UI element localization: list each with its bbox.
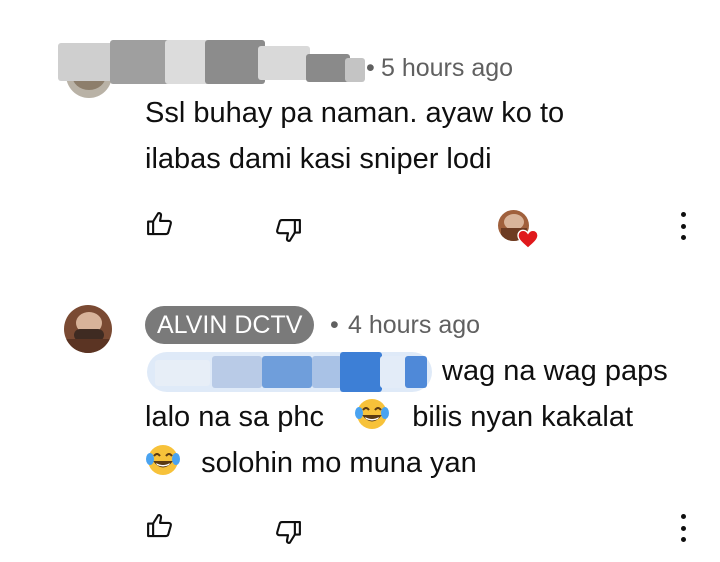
- creator-heart-badge: [498, 210, 540, 250]
- comment-2-time-separator: •: [330, 311, 339, 339]
- more-vert-icon: [680, 212, 686, 217]
- comment-2-text-line-2: lalo na sa phc bilis nyan kakalat: [145, 394, 633, 440]
- comment-2-more-button[interactable]: [673, 508, 693, 548]
- like-icon: [147, 514, 172, 538]
- dislike-icon: [276, 520, 301, 544]
- comment-2-text-line-3: solohin mo muna yan: [145, 440, 477, 486]
- comment-1-time-separator: •: [366, 54, 375, 82]
- tears-of-joy-emoji-icon: [146, 445, 180, 475]
- comment-1-text-line-2: ilabas dami kasi sniper lodi: [145, 143, 492, 175]
- comment-1-dislike-button[interactable]: [268, 210, 308, 250]
- comment-2-author-badge[interactable]: ALVIN DCTV: [145, 306, 315, 344]
- comment-2-text-line-1: wag na wag paps: [442, 355, 668, 387]
- more-vert-icon: [680, 514, 686, 519]
- comment-2-like-button[interactable]: [140, 506, 180, 546]
- comment-2-timestamp: 4 hours ago: [348, 311, 481, 339]
- comment-2-text-part-a: lalo na sa phc: [145, 401, 324, 433]
- comment-2-dislike-button[interactable]: [268, 512, 308, 552]
- dislike-icon: [276, 218, 301, 242]
- comment-1-text-line-1: Ssl buhay pa naman. ayaw ko to: [145, 97, 565, 129]
- comment-2-text-part-c: solohin mo muna yan: [201, 447, 477, 479]
- comment-2-text-part-b: bilis nyan kakalat: [412, 401, 634, 433]
- comment-1-like-button[interactable]: [140, 204, 180, 244]
- heart-icon: [517, 229, 539, 249]
- tears-of-joy-emoji-icon: [355, 399, 390, 429]
- comment-1-timestamp: 5 hours ago: [381, 54, 514, 82]
- comment-2-avatar[interactable]: [64, 305, 112, 353]
- comment-1-more-button[interactable]: [673, 206, 693, 246]
- like-icon: [147, 212, 172, 236]
